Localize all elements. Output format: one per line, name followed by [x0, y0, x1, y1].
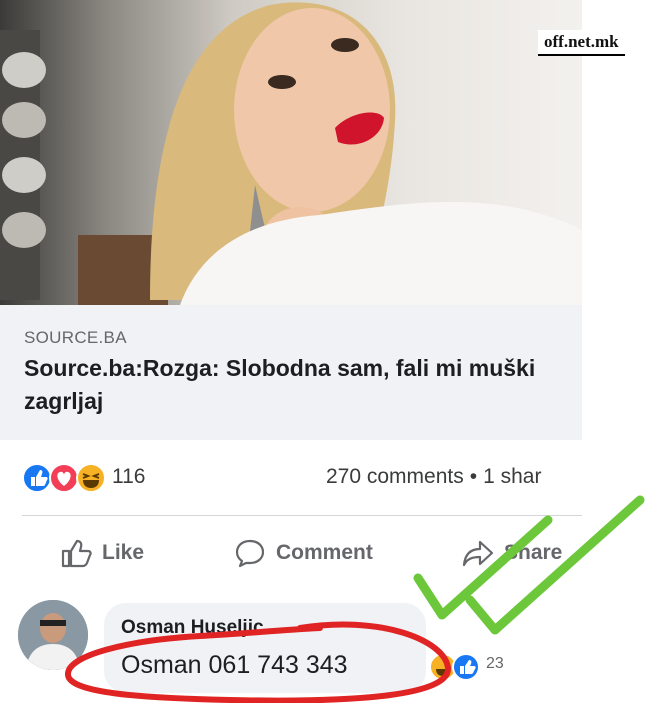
comment-count[interactable]: 270 comments — [326, 465, 464, 488]
post-stats: 270 comments • 1 shar — [326, 465, 541, 489]
avatar[interactable] — [18, 600, 88, 670]
watermark: off.net.mk — [538, 30, 625, 56]
like-label: Like — [102, 541, 145, 564]
reaction-icons[interactable] — [22, 462, 110, 494]
reaction-count[interactable]: 116 — [112, 465, 145, 489]
comment-text: Osman 061 743 343 — [121, 651, 348, 679]
comment-label: Comment — [276, 541, 373, 564]
share-count[interactable]: 1 shar — [483, 465, 541, 488]
thumbs-up-icon — [61, 539, 92, 568]
article-photo[interactable] — [0, 0, 582, 305]
comment-reaction-icons[interactable] — [428, 650, 518, 684]
comment-reaction-count[interactable]: 23 — [486, 655, 504, 673]
share-button[interactable]: Share — [462, 536, 562, 570]
article-photo-art — [0, 2, 582, 305]
comment-button[interactable]: Comment — [234, 536, 373, 570]
share-icon — [462, 540, 494, 567]
haha-icon — [76, 463, 106, 493]
stats-separator: • — [469, 465, 478, 488]
link-preview-card[interactable]: SOURCE.BA Source.ba:Rozga: Slobodna sam,… — [0, 0, 582, 440]
link-headline[interactable]: Source.ba:Rozga: Slobodna sam, fali mi m… — [24, 352, 569, 418]
like-button[interactable]: Like — [60, 536, 144, 570]
divider — [22, 515, 582, 516]
share-label: Share — [504, 541, 563, 564]
comment-author[interactable]: Osman Huseljic — [121, 617, 264, 639]
like-icon — [452, 653, 480, 681]
link-source: SOURCE.BA — [24, 328, 127, 347]
like-icon — [22, 463, 52, 493]
comment-icon — [235, 539, 265, 568]
love-icon — [49, 463, 79, 493]
